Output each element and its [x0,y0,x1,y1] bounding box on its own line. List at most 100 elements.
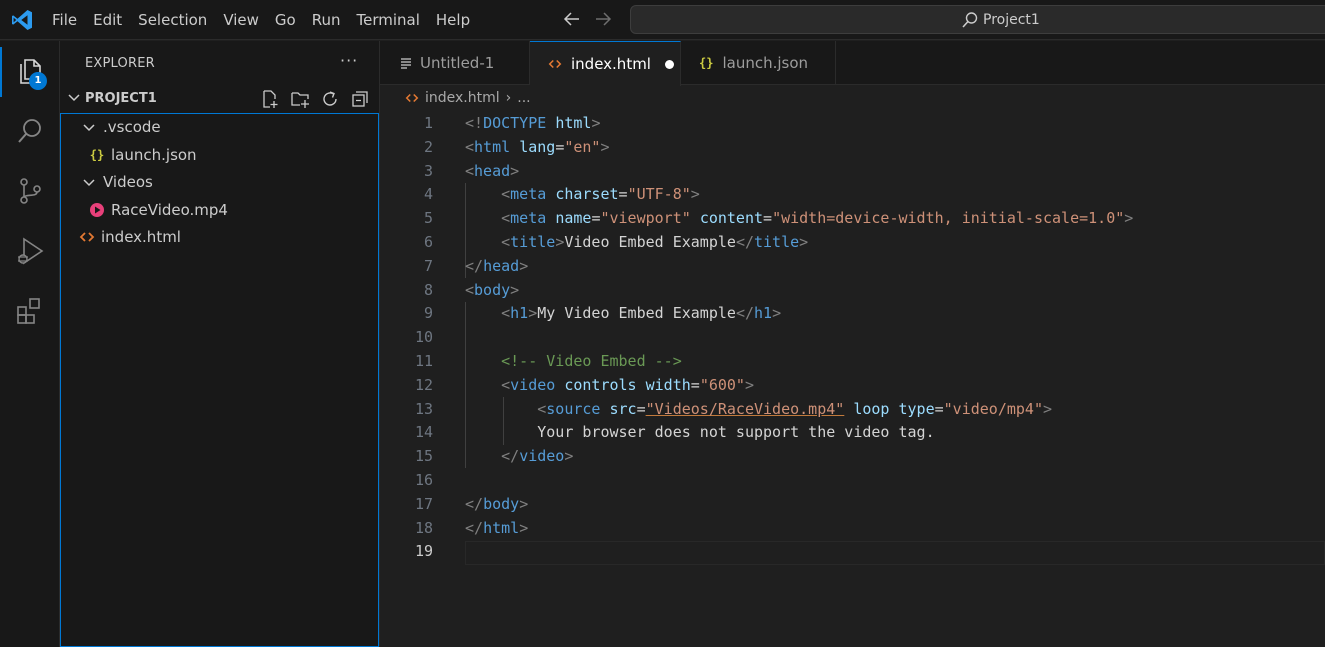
code-line[interactable]: 18 </html> [380,517,1325,541]
line-number: 3 [423,161,433,180]
code-line[interactable]: 10 [380,326,1325,350]
unsaved-dot-icon[interactable] [664,59,674,69]
more-actions-button[interactable]: ··· [340,51,358,70]
menu-edit[interactable]: Edit [85,0,130,40]
line-number: 13 [414,399,433,418]
code-token: controls [564,375,637,394]
code-token: video [510,375,556,394]
code-line[interactable]: 19 [380,540,1325,564]
menu-file[interactable]: File [44,0,85,40]
code-line[interactable]: 5 <meta name="viewport" content="width=d… [380,207,1325,231]
code-line[interactable]: 13 <source src="Videos/RaceVideo.mp4" lo… [380,398,1325,422]
code-line[interactable]: 4 <meta charset="UTF-8"> [380,183,1325,207]
code-token: < [501,209,511,228]
code-line[interactable]: 9 <h1>My Video Embed Example</h1> [380,302,1325,326]
extensions-icon[interactable] [14,295,46,327]
breadcrumb-file[interactable]: index.html [425,90,500,106]
code-token: > [510,161,520,180]
project-header[interactable]: PROJECT1 [60,87,380,111]
tree-item-racevideo[interactable]: RaceVideo.mp4 [89,197,228,223]
tab-untitled-1[interactable]: Untitled-1 [380,41,530,85]
code-token: < [501,185,511,204]
code-token: > [519,494,529,513]
menu-selection[interactable]: Selection [130,0,215,40]
code-line[interactable]: 7 </head> [380,255,1325,279]
code-token: </ [501,447,520,466]
forward-arrow-icon[interactable] [592,8,614,30]
tab-label: launch.json [722,54,809,72]
explorer-sidebar: EXPLORER ··· PROJECT1 .vscode {} launch.… [60,41,380,647]
line-source: <html lang="en"> [465,136,610,160]
video-file-icon [90,203,104,217]
code-token: html [555,114,592,132]
line-number: 6 [423,232,433,251]
menu-help[interactable]: Help [428,0,478,40]
tab-index-html[interactable]: index.html [530,41,681,86]
menu-run[interactable]: Run [304,0,349,40]
refresh-icon[interactable] [320,89,340,109]
chevron-down-icon [83,124,95,132]
run-debug-icon[interactable] [14,235,46,267]
code-token: width [645,375,691,394]
code-line[interactable]: 15 </video> [380,445,1325,469]
code-token: > [510,280,520,299]
code-editor[interactable]: 1 <!DOCTYPE html> 2 <html lang="en"> 3 <head>… [380,112,1325,565]
breadcrumb-rest[interactable]: ... [517,90,530,106]
vscode-logo-icon[interactable] [10,8,34,32]
line-source: <meta name="viewport" content="width=dev… [465,207,1133,231]
code-line[interactable]: 2 <html lang="en"> [380,136,1325,160]
tree-item-index-html[interactable]: index.html [79,224,181,250]
line-number: 4 [423,185,433,204]
tree-item-launch-json[interactable]: {} launch.json [89,142,197,168]
line-source: <meta charset="UTF-8"> [465,183,700,207]
line-source: </video> [465,445,573,469]
line-source: <!DOCTYPE html> [465,112,600,136]
line-source: </head> [465,255,528,279]
line-number: 11 [414,351,433,370]
tab-launch-json[interactable]: {} launch.json [681,41,836,85]
code-line[interactable]: 11 <!-- Video Embed --> [380,350,1325,374]
back-arrow-icon[interactable] [561,8,583,30]
search-icon [962,12,978,28]
source-control-icon[interactable] [14,175,46,207]
menu-go[interactable]: Go [267,0,304,40]
menu-view[interactable]: View [215,0,267,40]
code-token: > [528,304,538,323]
code-line[interactable]: 1 <!DOCTYPE html> [380,112,1325,136]
code-token: > [564,447,574,466]
tree-item-label: launch.json [111,146,197,164]
html-icon [79,232,95,242]
code-line[interactable]: 14 Your browser does not support the vid… [380,421,1325,445]
code-token: title [510,232,556,251]
command-center-search[interactable]: Project1 [630,5,1325,34]
code-token: lang [519,137,556,156]
chevron-down-icon [68,94,80,102]
code-token: > [690,185,700,204]
line-number: 8 [423,280,433,299]
new-file-icon[interactable] [260,89,280,109]
tree-item-videos-folder[interactable]: Videos [81,169,153,195]
line-source: <source src="Videos/RaceVideo.mp4" loop … [465,398,1052,422]
tree-item-label: index.html [101,228,181,246]
collapse-all-icon[interactable] [350,89,370,109]
code-token: body [483,494,520,513]
search-icon[interactable] [14,115,46,147]
code-line[interactable]: 8 <body> [380,279,1325,303]
chevron-down-icon [83,179,95,187]
tree-item-vscode-folder[interactable]: .vscode [81,114,161,140]
activity-bar: 1 [0,41,60,647]
code-line[interactable]: 3 <head> [380,160,1325,184]
new-folder-icon[interactable] [290,89,310,109]
code-line[interactable]: 16 [380,469,1325,493]
menu-terminal[interactable]: Terminal [349,0,428,40]
code-token: = [636,399,646,418]
code-line[interactable]: 17 </body> [380,493,1325,517]
code-line[interactable]: 12 <video controls width="600"> [380,374,1325,398]
code-line[interactable]: 6 <title>Video Embed Example</title> [380,231,1325,255]
